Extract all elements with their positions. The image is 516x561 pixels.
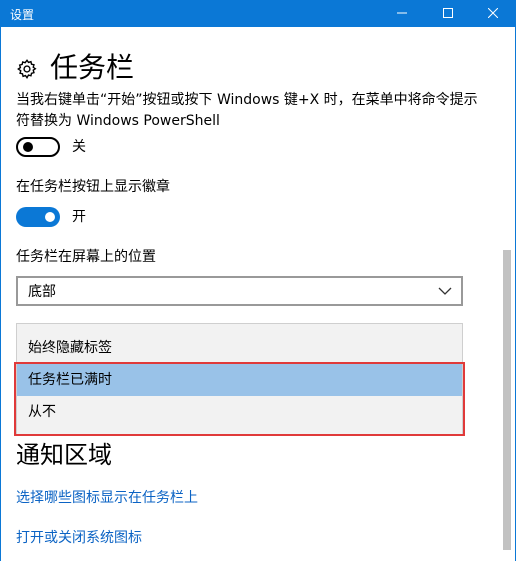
close-icon	[488, 8, 498, 18]
system-icons-link[interactable]: 打开或关闭系统图标	[16, 528, 142, 548]
toggle-knob	[23, 142, 33, 152]
window-title: 设置	[10, 8, 35, 22]
minimize-button[interactable]	[379, 0, 425, 27]
powershell-description: 当我右键单击“开始”按钮或按下 Windows 键+X 时，在菜单中将命令提示符…	[16, 92, 478, 129]
badges-label: 在任务栏按钮上显示徽章	[16, 179, 170, 195]
badges-toggle-state: 开	[72, 209, 86, 225]
position-label: 任务栏在屏幕上的位置	[16, 249, 156, 265]
powershell-toggle-state: 关	[72, 139, 86, 155]
powershell-toggle[interactable]	[16, 137, 60, 157]
gear-icon	[17, 59, 37, 80]
title-bar: 设置	[0, 0, 516, 27]
select-tray-icons-link[interactable]: 选择哪些图标显示在任务栏上	[16, 488, 198, 508]
dropdown-option[interactable]: 始终隐藏标签	[17, 332, 462, 364]
toggle-knob	[45, 212, 55, 222]
red-annotation-box	[14, 362, 465, 436]
scrollbar-thumb[interactable]	[503, 250, 511, 550]
page-title: 任务栏	[50, 51, 135, 84]
notification-section-title: 通知区域	[16, 441, 112, 469]
position-select[interactable]: 底部	[16, 276, 463, 306]
badges-toggle[interactable]	[16, 207, 60, 227]
maximize-icon	[443, 8, 453, 18]
chevron-down-icon	[438, 287, 452, 295]
minimize-icon	[397, 12, 407, 14]
position-select-value: 底部	[28, 284, 56, 300]
window-border	[0, 27, 1, 561]
close-button[interactable]	[470, 0, 516, 27]
maximize-button[interactable]	[425, 0, 471, 27]
